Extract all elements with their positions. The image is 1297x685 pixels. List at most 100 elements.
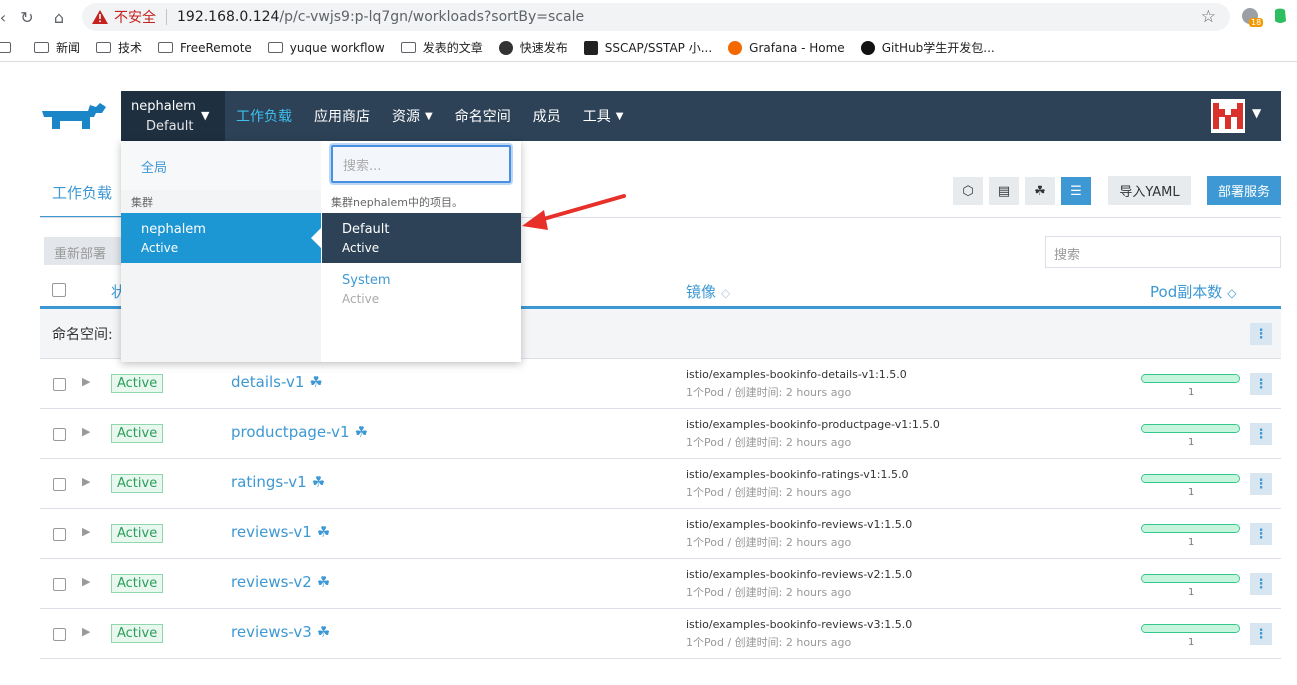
nav-workloads[interactable]: 工作负载 [236,106,292,126]
bookmark-link[interactable]: 快速发布 [498,39,568,56]
row-actions-button[interactable]: ⋮ [1250,423,1272,445]
cluster-item-nephalem[interactable]: nephalem Active [121,213,321,263]
bookmark-label: 快速发布 [519,41,568,55]
project-item-system[interactable]: System Active [322,264,521,314]
pod-scale-fill [1142,425,1239,432]
nav-label: 资源 [392,109,420,125]
bookmark-link[interactable]: SSCAP/SSTAP 小... [583,39,713,56]
bookmark-star-icon[interactable]: ☆ [1201,7,1216,27]
workload-link[interactable]: reviews-v3 ☘ [231,623,330,641]
bookmark-folder[interactable]: 发表的文章 [400,39,483,56]
workload-meta: 1个Pod / 创建时间: 2 hours ago [686,386,852,399]
row-checkbox[interactable] [53,578,66,591]
expand-icon[interactable]: ▶ [82,575,90,588]
redeploy-button[interactable]: 重新部署 [44,237,124,265]
bookmark-label: SSCAP/SSTAP 小... [604,41,713,55]
workload-name: productpage-v1 [231,423,350,441]
row-checkbox[interactable] [53,628,66,641]
deploy-button[interactable]: 部署服务 [1207,176,1281,205]
workload-link[interactable]: details-v1 ☘ [231,373,323,391]
nav-catalog[interactable]: 应用商店 [314,106,370,126]
status-badge: Active [111,524,164,543]
selection-notch [311,228,321,248]
workload-link[interactable]: productpage-v1 ☘ [231,423,368,441]
nav-members[interactable]: 成员 [533,106,561,126]
row-checkbox[interactable] [53,478,66,491]
chevron-down-icon: ▼ [615,110,624,122]
pod-scale-bar [1141,374,1240,383]
nav-tools[interactable]: 工具 ▼ [583,106,624,126]
reload-icon[interactable]: ↻ [16,6,38,28]
workload-link[interactable]: ratings-v1 ☘ [231,473,325,491]
namespace-actions-button[interactable]: ⋮ [1250,323,1272,345]
view-group-button[interactable]: ☰ [1061,177,1091,205]
expand-icon[interactable]: ▶ [82,375,90,388]
row-actions-button[interactable]: ⋮ [1250,623,1272,645]
workload-meta: 1个Pod / 创建时间: 2 hours ago [686,486,852,499]
row-actions-button[interactable]: ⋮ [1250,523,1272,545]
project-item-state: Active [342,241,380,255]
nav-resources[interactable]: 资源 ▼ [392,106,433,126]
bookmark-folder[interactable]: 技术 [96,39,142,56]
row-checkbox[interactable] [53,378,66,391]
grafana-icon [728,40,743,55]
cluster-item-state: Active [141,241,179,255]
status-badge: Active [111,424,164,443]
table-row: ▶ Active reviews-v1 ☘ istio/examples-book… [40,509,1281,559]
expand-icon[interactable]: ▶ [82,625,90,638]
sscap-icon [583,40,598,55]
cluster-project-selector[interactable]: nephalem Default ▼ [121,91,225,141]
bookmark-link[interactable]: GitHub学生开发包... [860,39,995,56]
project-item-default[interactable]: Default Active [322,213,521,263]
bookmark-link[interactable]: Grafana - Home [728,40,845,55]
nav-label: 成员 [532,109,561,125]
bookmark-folder[interactable]: 新闻 [34,39,80,56]
view-node-button[interactable]: ⬡ [953,177,983,205]
import-yaml-button[interactable]: 导入YAML [1108,176,1191,205]
home-icon[interactable]: ⌂ [48,6,70,28]
expand-icon[interactable]: ▶ [82,425,90,438]
url-host: 192.168.0.124 [177,9,280,25]
view-list-button[interactable]: ▤ [989,177,1019,205]
bookmark-folder[interactable]: FreeRemote [158,41,252,55]
workload-name: ratings-v1 [231,473,307,491]
chevron-down-icon[interactable]: ▼ [1252,106,1261,120]
global-link[interactable]: 全局 [121,141,321,190]
workload-link[interactable]: reviews-v1 ☘ [231,523,330,541]
row-actions-button[interactable]: ⋮ [1250,473,1272,495]
expand-icon[interactable]: ▶ [82,525,90,538]
cluster-column: 全局 集群 nephalem Active [121,141,321,362]
column-image[interactable]: 镜像 ◇ [686,281,730,302]
back-icon[interactable]: ‹ [0,6,14,28]
namespace-label: 命名空间: [52,327,113,343]
status-badge: Active [111,624,164,643]
workload-image: istio/examples-bookinfo-productpage-v1:1… [686,418,940,431]
tab-workloads[interactable]: 工作负载 [40,168,122,218]
top-nav: 工作负载 应用商店 资源 ▼ 命名空间 成员 工具 ▼ [236,91,645,141]
nav-namespaces[interactable]: 命名空间 [455,106,511,126]
expand-icon[interactable]: ▶ [82,475,90,488]
pod-scale-bar [1141,624,1240,633]
bookmark-folder[interactable]: yuque workflow [267,41,385,55]
workload-name: reviews-v2 [231,573,312,591]
workload-link[interactable]: reviews-v2 ☘ [231,573,330,591]
cluster-section-label: 集群 [131,196,153,209]
select-all-checkbox[interactable] [52,283,66,297]
evernote-extension-icon[interactable] [1272,7,1288,25]
rancher-logo[interactable] [40,99,108,135]
bookmark-label: FreeRemote [180,40,252,55]
row-checkbox[interactable] [53,528,66,541]
row-checkbox[interactable] [53,428,66,441]
project-search-input[interactable]: 搜索... [331,145,511,183]
row-actions-button[interactable]: ⋮ [1250,373,1272,395]
search-input[interactable]: 搜索 [1045,236,1281,268]
address-bar[interactable]: 不安全 192.168.0.124/p/c-vwjs9:p-lq7gn/work… [82,3,1230,31]
pod-scale-fill [1142,475,1239,482]
row-actions-button[interactable]: ⋮ [1250,573,1272,595]
view-workload-button[interactable]: ☘ [1025,177,1055,205]
bookmark-folder[interactable] [0,42,18,53]
url-divider [166,9,167,25]
column-scale[interactable]: Pod副本数 ◇ [1150,281,1236,302]
avatar[interactable] [1211,99,1245,133]
workload-image: istio/examples-bookinfo-reviews-v1:1.5.0 [686,518,913,531]
